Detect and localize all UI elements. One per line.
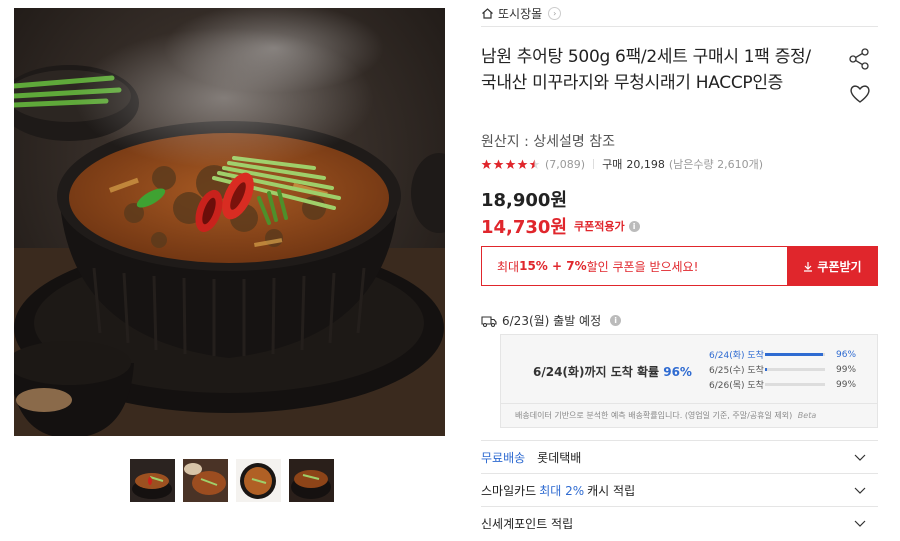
chevron-down-icon — [854, 520, 866, 527]
chevron-down-icon — [854, 454, 866, 461]
product-info-panel: 또시장몰 › 남원 추어탕 500g 6팩/2세트 구매시 1팩 증정/국내산 … — [481, 0, 878, 531]
truck-icon — [481, 315, 497, 327]
thumbnail-3[interactable] — [236, 459, 281, 502]
product-title: 남원 추어탕 500g 6팩/2세트 구매시 1팩 증정/국내산 미꾸라지와 무… — [481, 47, 811, 93]
heart-icon[interactable] — [848, 82, 872, 106]
probability-row: 6/25(수) 도착 99% — [709, 362, 856, 377]
star-icon — [481, 159, 492, 169]
thumbnail-1[interactable] — [130, 459, 175, 502]
buy-label: 구매 — [602, 158, 623, 171]
star-icon — [493, 159, 504, 169]
arrival-text: 6/24(화)까지 도착 확률 — [533, 365, 660, 379]
arrival-pct: 96% — [663, 365, 692, 379]
info-icon[interactable]: i — [628, 220, 640, 232]
rating-row: (7,089) 구매 20,198 (남은수량 2,610개) — [481, 156, 763, 172]
probability-pct: 96% — [836, 349, 857, 360]
shinsegae-label: 신세계포인트 적립 — [481, 516, 574, 531]
sale-price: 14,730원 — [481, 217, 568, 238]
accordion-shinsegae-point[interactable]: 신세계포인트 적립 — [481, 506, 878, 539]
thumbnail-2[interactable] — [183, 459, 228, 502]
probability-bar — [765, 353, 825, 356]
probability-row: 6/26(목) 도착 99% — [709, 377, 856, 392]
stock-remaining: (남은수량 2,610개) — [668, 158, 763, 171]
chevron-right-icon: › — [548, 6, 562, 20]
buy-count: 20,198 — [626, 157, 665, 171]
review-count[interactable]: (7,089) — [545, 158, 585, 171]
accordion-free-shipping[interactable]: 무료배송 롯데택배 — [481, 440, 878, 473]
beta-label: Beta — [797, 411, 817, 420]
coupon-msg-suffix: 할인 쿠폰을 받으세요! — [586, 259, 699, 274]
smile-suffix: 캐시 적립 — [587, 483, 636, 498]
info-icon[interactable]: i — [610, 315, 622, 326]
star-rating[interactable] — [481, 159, 540, 170]
delivery-note: 배송데이터 기반으로 분석한 예측 배송확률입니다. (영업일 기준, 주말/공… — [501, 403, 877, 421]
probability-bar-fill — [765, 353, 823, 356]
star-icon — [505, 159, 516, 169]
probability-list: 6/24(화) 도착 96% 6/25(수) 도착 99% 6/26(목) 도착 99% — [709, 347, 856, 392]
origin-text: 원산지 : 상세설명 참조 — [481, 134, 615, 150]
share-icon[interactable] — [848, 48, 870, 70]
home-icon — [482, 7, 493, 19]
chevron-down-icon — [854, 487, 866, 494]
coupon-msg-discount: 15% + 7% — [519, 259, 587, 273]
coupon-box: 최대 15% + 7% 할인 쿠폰을 받으세요! 쿠폰받기 — [481, 246, 878, 286]
probability-date: 6/26(목) 도착 — [709, 381, 764, 391]
coupon-message: 최대 15% + 7% 할인 쿠폰을 받으세요! — [481, 246, 787, 286]
original-price: 18,900원 — [481, 190, 568, 211]
sale-price-row: 14,730원 쿠폰적용가 i — [481, 213, 640, 239]
delivery-note-text: 배송데이터 기반으로 분석한 예측 배송확률입니다. (영업일 기준, 주말/공… — [515, 411, 793, 420]
coupon-applied-label: 쿠폰적용가 — [574, 220, 625, 233]
arrival-probability-summary: 6/24(화)까지 도착 확률 96% — [533, 363, 692, 380]
probability-bar-fill — [765, 368, 767, 371]
thumbnail-strip — [130, 459, 334, 502]
shipping-departure: 6/23(월) 출발 예정 i — [481, 312, 622, 329]
free-shipping-label: 무료배송 — [481, 450, 526, 465]
probability-date: 6/25(수) 도착 — [709, 366, 764, 376]
accordion-smile-card[interactable]: 스마일카드 최대 2% 캐시 적립 — [481, 473, 878, 506]
courier-label: 롯데택배 — [537, 450, 582, 465]
departure-text: 6/23(월) 출발 예정 — [502, 314, 602, 328]
shop-name: 또시장몰 — [498, 6, 543, 21]
smile-max: 최대 2% — [539, 483, 585, 498]
download-icon — [804, 261, 813, 272]
smile-prefix: 스마일카드 — [481, 483, 537, 498]
probability-pct: 99% — [836, 364, 857, 375]
probability-date: 6/24(화) 도착 — [709, 351, 764, 361]
shop-link[interactable]: 또시장몰 › — [481, 0, 878, 27]
coupon-msg-prefix: 최대 — [497, 259, 520, 274]
main-product-image — [14, 8, 445, 436]
probability-row: 6/24(화) 도착 96% — [709, 347, 856, 362]
get-coupon-label: 쿠폰받기 — [817, 259, 862, 274]
probability-pct: 99% — [836, 379, 857, 390]
probability-bar — [765, 368, 825, 371]
star-icon — [517, 159, 528, 169]
thumbnail-4[interactable] — [289, 459, 334, 502]
delivery-probability-box: 6/24(화)까지 도착 확률 96% 6/24(화) 도착 96% 6/25(수)… — [500, 334, 878, 428]
star-half-icon — [529, 159, 540, 169]
divider — [593, 159, 595, 169]
get-coupon-button[interactable]: 쿠폰받기 — [787, 246, 878, 286]
probability-bar — [765, 383, 825, 386]
